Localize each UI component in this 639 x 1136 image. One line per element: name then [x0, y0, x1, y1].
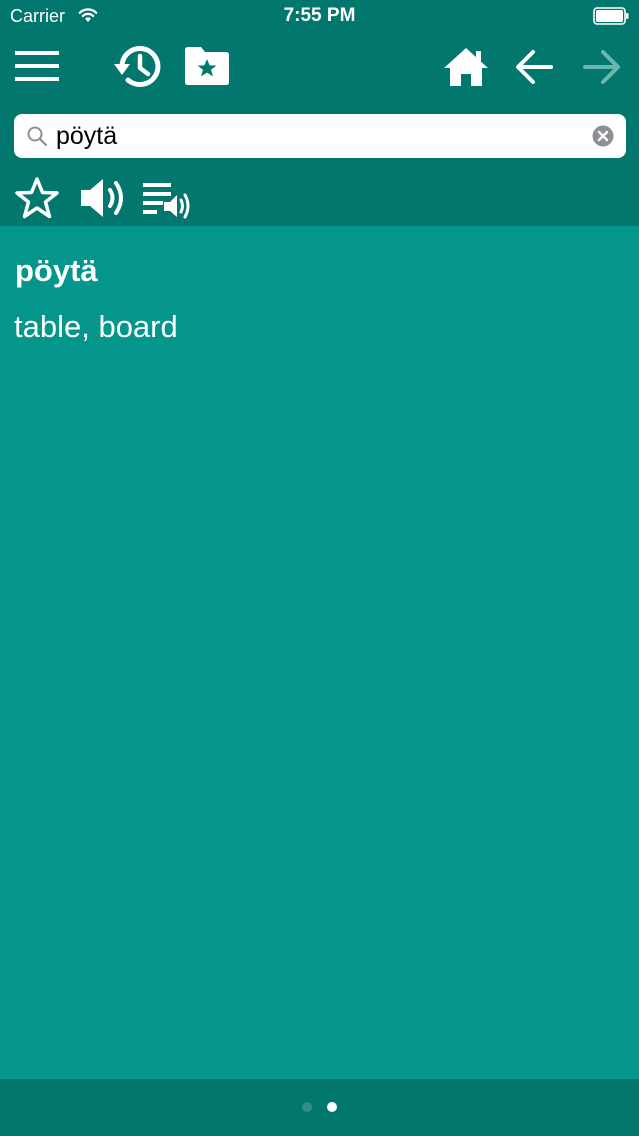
favorites-folder-icon [185, 47, 229, 85]
menu-button[interactable] [14, 48, 60, 84]
clear-search-icon[interactable] [592, 125, 614, 147]
forward-button[interactable] [582, 49, 622, 85]
back-button[interactable] [514, 49, 554, 85]
search-input[interactable] [56, 120, 586, 152]
entry-headword: pöytä [15, 253, 98, 288]
pronounce-button[interactable] [79, 176, 127, 220]
menu-icon [15, 51, 59, 81]
forward-arrow-icon [583, 50, 620, 84]
status-time: 7:55 PM [283, 5, 356, 26]
favorites-folder-button[interactable] [183, 46, 231, 86]
favorite-button[interactable] [14, 176, 60, 220]
speaker-icon [81, 179, 123, 217]
home-icon [444, 48, 488, 86]
play-list-button[interactable] [142, 180, 192, 220]
history-button[interactable] [112, 44, 164, 90]
search-icon [27, 126, 48, 147]
star-icon [15, 177, 59, 219]
page-dot-2-active[interactable] [327, 1102, 337, 1112]
status-bar: Carrier 7:55 PM [0, 0, 639, 34]
home-button[interactable] [443, 47, 489, 87]
bottom-bar [0, 1079, 639, 1136]
back-arrow-icon [516, 50, 553, 84]
search-bar[interactable] [14, 114, 626, 158]
history-icon [114, 46, 161, 88]
battery-icon [593, 7, 629, 25]
playlist-audio-icon [143, 183, 190, 219]
entry-translation: table, board [14, 309, 178, 344]
page-dot-1[interactable] [302, 1102, 312, 1112]
